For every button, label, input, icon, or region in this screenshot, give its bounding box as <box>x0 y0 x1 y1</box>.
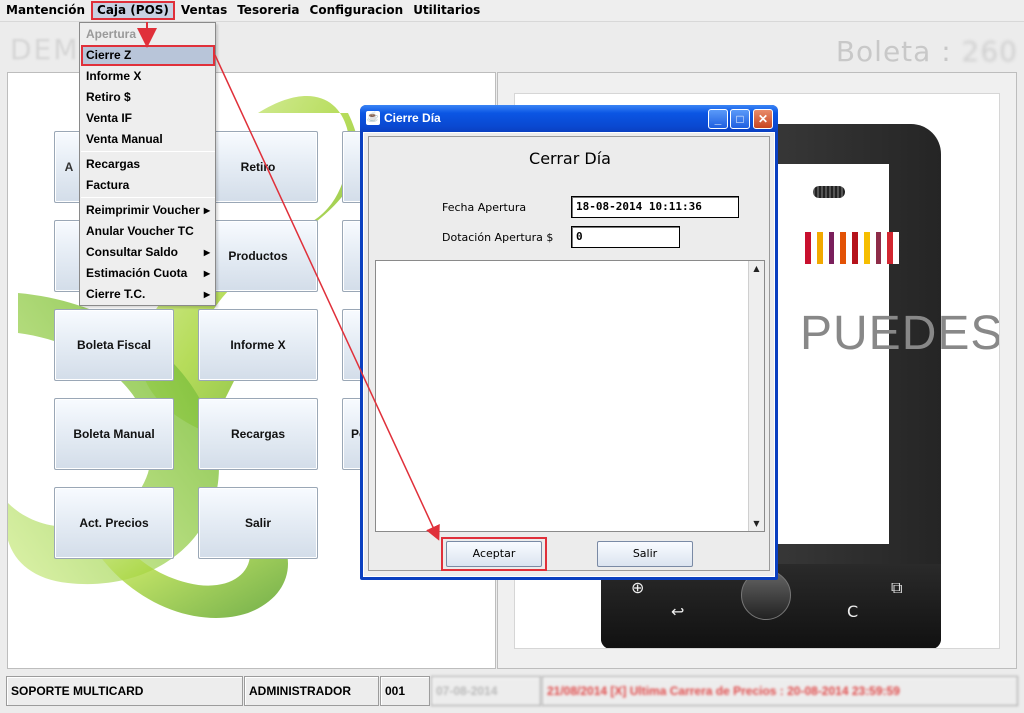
menu-item-retiro[interactable]: Retiro $ <box>81 87 215 108</box>
dotacion-apertura-label: Dotación Apertura $ <box>442 231 554 244</box>
menu-item-reimprimir-voucher[interactable]: Reimprimir Voucher ▶ <box>81 200 215 221</box>
menu-item-consultar-saldo[interactable]: Consultar Saldo ▶ <box>81 242 215 263</box>
dialog-title-bar[interactable]: ☕ Cierre Día _ □ ✕ <box>360 105 778 132</box>
globe-icon: ⊕ <box>631 578 645 597</box>
cierre-log-textarea[interactable]: ▲ ▼ <box>375 260 765 532</box>
menu-item-cierre-z[interactable]: Cierre Z <box>81 45 215 66</box>
status-terminal: 001 <box>380 676 430 706</box>
menu-ventas[interactable]: Ventas <box>177 1 231 20</box>
tile-informe-x[interactable]: Informe X <box>198 309 318 381</box>
tile-salir[interactable]: Salir <box>198 487 318 559</box>
dialog-body: Cerrar Día Fecha Apertura 18-08-2014 10:… <box>363 132 775 577</box>
phone-speaker <box>813 186 845 198</box>
menu-item-cierre-tc[interactable]: Cierre T.C. ▶ <box>81 284 215 305</box>
cierre-dia-dialog: ☕ Cierre Día _ □ ✕ Cerrar Día Fecha Aper… <box>360 105 778 580</box>
menu-separator <box>81 151 215 152</box>
menu-bar: Mantención Caja (POS) Ventas Tesoreria C… <box>0 0 1024 22</box>
menu-item-venta-if[interactable]: Venta IF <box>81 108 215 129</box>
menu-configuracion[interactable]: Configuracion <box>306 1 408 20</box>
vertical-scrollbar[interactable]: ▲ ▼ <box>748 261 764 531</box>
maximize-button[interactable]: □ <box>730 109 750 129</box>
menu-utilitarios[interactable]: Utilitarios <box>409 1 484 20</box>
submenu-arrow-icon: ▶ <box>203 248 210 257</box>
menu-item-apertura: Apertura <box>86 27 137 41</box>
menu-caja-pos[interactable]: Caja (POS) <box>91 1 175 20</box>
clear-key-icon: C <box>847 602 859 621</box>
fecha-apertura-label: Fecha Apertura <box>442 201 527 214</box>
java-cup-icon: ☕ <box>366 111 380 125</box>
menu-mantencion[interactable]: Mantención <box>2 1 89 20</box>
tile-boleta-manual[interactable]: Boleta Manual <box>54 398 174 470</box>
menu-item-informe-x[interactable]: Informe X <box>81 66 215 87</box>
back-arrow-icon: ↩ <box>671 602 685 621</box>
caja-pos-dropdown: Apertura Cierre Z Informe X Retiro $ Ven… <box>79 22 216 306</box>
submenu-arrow-icon: ▶ <box>203 269 210 278</box>
menu-item-estimacion-cuota[interactable]: Estimación Cuota ▶ <box>81 263 215 284</box>
tile-retiro[interactable]: Retiro <box>198 131 318 203</box>
scroll-up-icon[interactable]: ▲ <box>749 261 764 276</box>
menu-item-anular-voucher-tc[interactable]: Anular Voucher TC <box>81 221 215 242</box>
dotacion-apertura-field[interactable]: 0 <box>571 226 680 248</box>
window-key-icon: ⧉ <box>891 578 903 597</box>
ad-slogan: PUEDES <box>800 307 1000 360</box>
status-company: SOPORTE MULTICARD <box>6 676 243 706</box>
fecha-apertura-field[interactable]: 18-08-2014 10:11:36 <box>571 196 739 218</box>
status-message: 21/08/2014 [X] Ultima Carrera de Precios… <box>542 676 1018 706</box>
tile-boleta-fiscal[interactable]: Boleta Fiscal <box>54 309 174 381</box>
menu-item-factura[interactable]: Factura <box>81 175 215 196</box>
status-user: ADMINISTRADOR <box>244 676 379 706</box>
status-bar: SOPORTE MULTICARD ADMINISTRADOR 001 07-0… <box>0 676 1024 706</box>
ad-color-stripes <box>805 232 899 264</box>
boleta-label: Boleta : <box>835 35 962 68</box>
status-date: 07-08-2014 <box>431 676 541 706</box>
scroll-down-icon[interactable]: ▼ <box>749 516 764 531</box>
menu-item-recargas[interactable]: Recargas <box>81 154 215 175</box>
boleta-number: 260 <box>961 35 1018 68</box>
menu-separator <box>81 197 215 198</box>
boleta-counter: Boleta : 260 <box>836 35 1018 68</box>
minimize-button[interactable]: _ <box>708 109 728 129</box>
aceptar-button[interactable]: Aceptar <box>446 541 542 567</box>
ad-stripe-gap <box>893 232 899 264</box>
menu-tesoreria[interactable]: Tesoreria <box>233 1 303 20</box>
submenu-arrow-icon: ▶ <box>203 290 210 299</box>
dialog-content: Cerrar Día Fecha Apertura 18-08-2014 10:… <box>368 136 770 571</box>
close-button[interactable]: ✕ <box>753 109 773 129</box>
dialog-heading: Cerrar Día <box>529 149 611 168</box>
tile-productos[interactable]: Productos <box>198 220 318 292</box>
submenu-arrow-icon: ▶ <box>203 206 210 215</box>
dialog-title: Cierre Día <box>384 111 441 125</box>
tile-act-precios[interactable]: Act. Precios <box>54 487 174 559</box>
salir-button[interactable]: Salir <box>597 541 693 567</box>
tile-recargas[interactable]: Recargas <box>198 398 318 470</box>
menu-item-venta-manual[interactable]: Venta Manual <box>81 129 215 150</box>
